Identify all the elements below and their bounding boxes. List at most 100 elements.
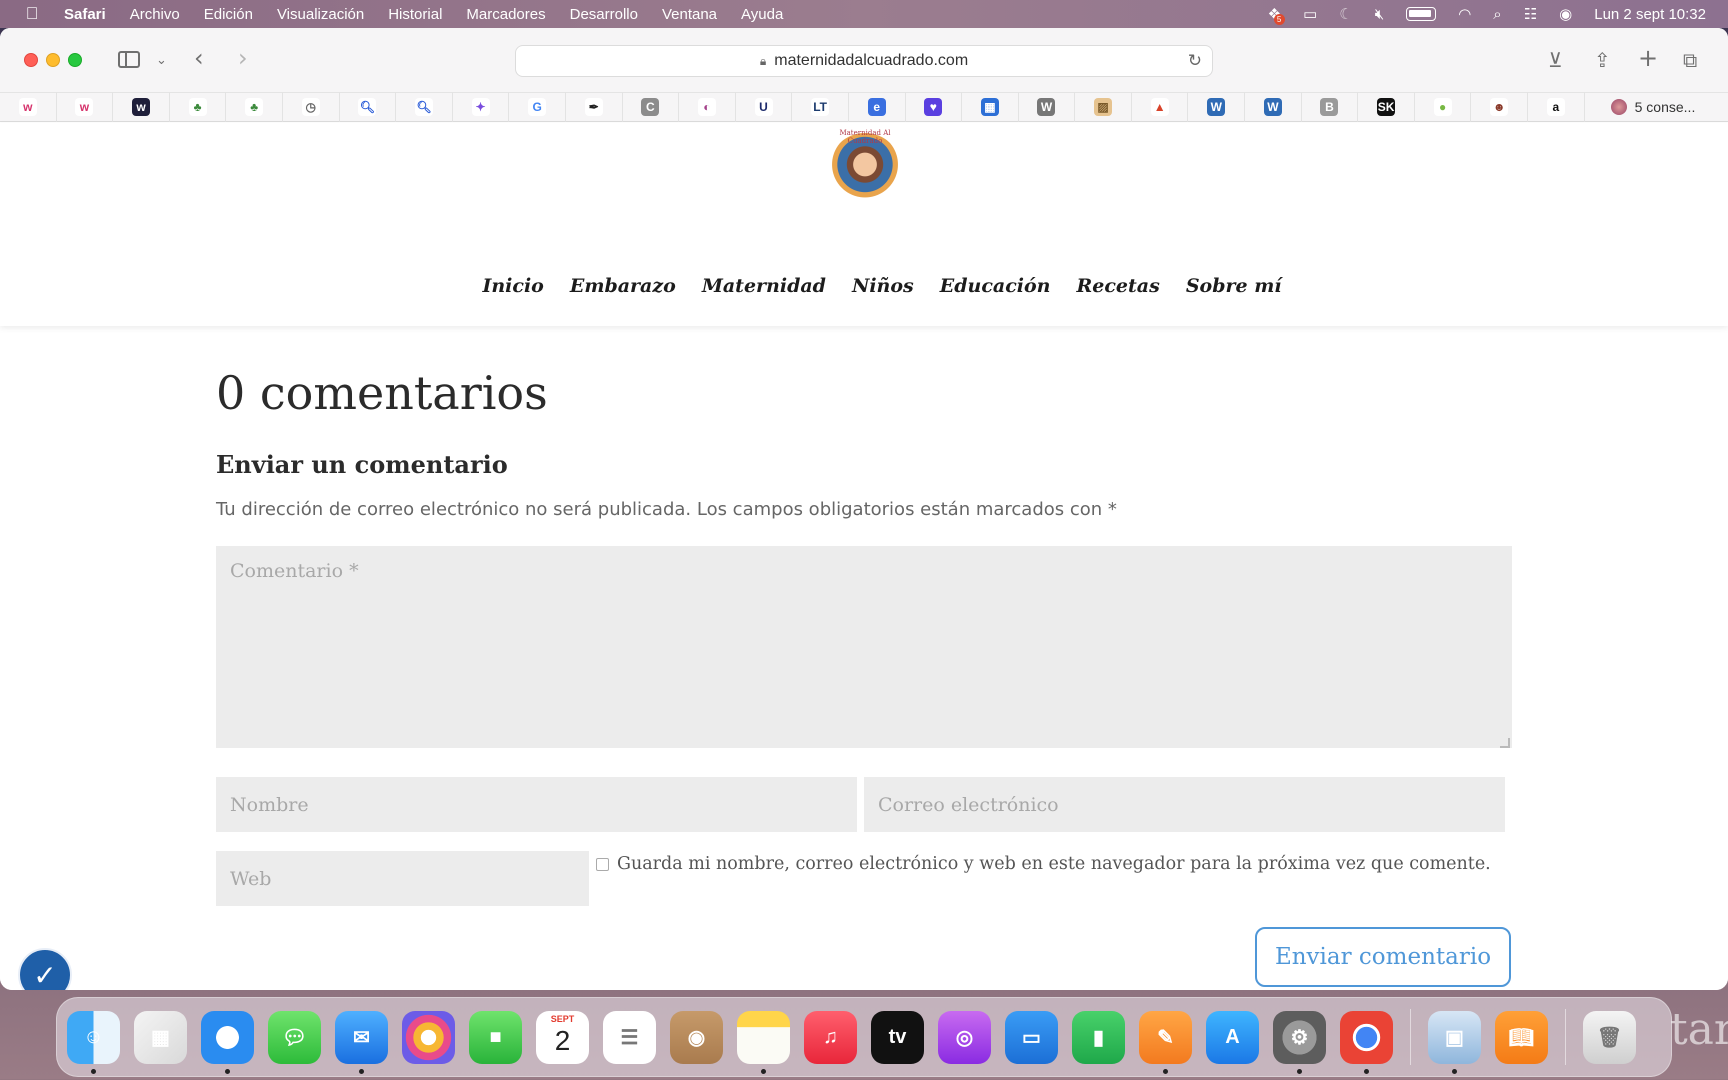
submit-comment-button[interactable]: Enviar comentario [1255, 927, 1511, 987]
favorite-26[interactable]: ☻ [1471, 92, 1529, 122]
downloads-icon[interactable]: ⊻ [1548, 48, 1563, 72]
music-icon[interactable]: ♫ [804, 1010, 857, 1064]
favorite-2[interactable]: w [113, 92, 170, 122]
comment-textarea[interactable] [216, 546, 1512, 748]
menu-desarrollo[interactable]: Desarrollo [558, 6, 650, 23]
menu-edicion[interactable]: Edición [192, 6, 265, 23]
email-field[interactable] [864, 777, 1505, 832]
contacts-icon[interactable]: ◉ [670, 1010, 723, 1064]
nav-inicio[interactable]: Inicio [482, 275, 543, 297]
nav-embarazo[interactable]: Embarazo [570, 275, 676, 297]
control-center-icon[interactable]: ☷ [1524, 5, 1537, 23]
messages-icon[interactable]: 💬︎ [268, 1010, 321, 1064]
numbers-icon[interactable]: ▮ [1072, 1010, 1125, 1064]
favorite-24[interactable]: SK [1358, 92, 1415, 122]
settings-icon[interactable]: ⚙ [1273, 1010, 1326, 1074]
favorite-12[interactable]: ◐ [679, 92, 736, 122]
finder-icon[interactable]: ☺ [67, 1010, 120, 1074]
favorite-15[interactable]: e [849, 92, 906, 122]
menu-app-name[interactable]: Safari [64, 6, 118, 23]
close-window-button[interactable] [24, 53, 38, 67]
spotlight-search-icon[interactable]: ⌕ [1493, 6, 1501, 23]
books-icon[interactable]: 📖︎ [1495, 1010, 1548, 1064]
favorite-13[interactable]: U [736, 92, 793, 122]
accessibility-widget-icon[interactable]: ✓ [18, 948, 72, 990]
favorite-25[interactable]: ● [1415, 92, 1472, 122]
menu-marcadores[interactable]: Marcadores [454, 6, 557, 23]
favorite-1[interactable]: w [57, 92, 114, 122]
keynote-icon[interactable]: ▭ [1005, 1010, 1058, 1064]
nav-ninos[interactable]: Niños [852, 275, 914, 297]
trash-icon[interactable]: 🗑︎ [1583, 1010, 1636, 1064]
favorite-27[interactable]: a [1528, 92, 1585, 122]
reminders-icon[interactable]: ☰ [603, 1010, 656, 1064]
chrome-icon[interactable] [1340, 1010, 1393, 1074]
favorite-8[interactable]: ✦ [453, 92, 510, 122]
favorite-7[interactable]: 🔍︎ [396, 92, 453, 122]
apple-menu-icon[interactable]:  [0, 4, 64, 24]
favorite-10[interactable]: ✒ [566, 92, 623, 122]
favorite-3[interactable]: ♣ [170, 92, 227, 122]
photos-icon[interactable] [402, 1010, 455, 1064]
minimize-window-button[interactable] [46, 53, 60, 67]
favorite-18[interactable]: W [1019, 92, 1076, 122]
menubar-clock[interactable]: Lun 2 sept 10:32 [1594, 6, 1706, 23]
safari-icon[interactable]: ✦ [201, 1010, 254, 1074]
favorite-4[interactable]: ♣ [226, 92, 283, 122]
calendar-icon[interactable]: SEPT 2 [536, 1010, 589, 1064]
resize-handle-icon[interactable] [1500, 738, 1510, 748]
mail-icon[interactable]: ✉ [335, 1010, 388, 1074]
chevron-down-icon[interactable]: ⌄ [156, 53, 167, 68]
forward-arrow-icon[interactable]: › [238, 44, 248, 72]
focus-moon-icon[interactable]: ☾ [1339, 5, 1352, 23]
nav-maternidad[interactable]: Maternidad [702, 275, 826, 297]
address-bar[interactable]: 🔒︎ maternidadalcuadrado.com ↻ [515, 45, 1213, 77]
podcasts-icon[interactable]: ◎ [938, 1010, 991, 1064]
sidebar-toggle-icon[interactable] [118, 51, 140, 68]
back-arrow-icon[interactable]: ‹ [194, 44, 204, 72]
nav-educacion[interactable]: Educación [940, 275, 1051, 297]
nav-recetas[interactable]: Recetas [1076, 275, 1159, 297]
wifi-icon[interactable]: ◠ [1458, 5, 1471, 23]
share-icon[interactable]: ⇪ [1594, 48, 1611, 72]
favorite-14[interactable]: LT [792, 92, 849, 122]
siri-icon[interactable]: ◉ [1559, 5, 1572, 23]
favorite-0[interactable]: w [0, 92, 57, 122]
pinned-tab[interactable]: 5 conse... [1610, 99, 1695, 115]
favorite-19[interactable]: ▨ [1075, 92, 1132, 122]
battery-icon[interactable] [1406, 7, 1437, 21]
favorite-20[interactable]: ▲ [1132, 92, 1189, 122]
nav-sobre-mi[interactable]: Sobre mí [1186, 275, 1282, 297]
cookie-checkbox[interactable] [596, 857, 609, 871]
zoom-window-button[interactable] [68, 53, 82, 67]
favorite-11[interactable]: C [623, 92, 680, 122]
display-mirror-icon[interactable]: ▭ [1303, 5, 1317, 23]
appstore-icon[interactable]: A [1206, 1010, 1259, 1064]
tab-overview-icon[interactable]: ⧉ [1683, 48, 1697, 72]
preview-icon[interactable]: ▣ [1428, 1010, 1481, 1074]
notes-icon[interactable] [737, 1010, 790, 1074]
favorite-23[interactable]: B [1302, 92, 1359, 122]
favorite-16[interactable]: ♥ [906, 92, 963, 122]
favorite-9[interactable]: G [509, 92, 566, 122]
name-field[interactable] [216, 777, 857, 832]
menu-ventana[interactable]: Ventana [650, 6, 729, 23]
reload-icon[interactable]: ↻ [1188, 51, 1202, 71]
launchpad-icon[interactable]: ▦ [134, 1010, 187, 1064]
new-tab-icon[interactable]: + [1638, 44, 1658, 72]
dropbox-icon[interactable]: ❖ 5 [1268, 5, 1285, 25]
favorite-17[interactable]: ▦ [962, 92, 1019, 122]
favorite-6[interactable]: 🔍︎ [340, 92, 397, 122]
menu-historial[interactable]: Historial [376, 6, 454, 23]
menu-visualizacion[interactable]: Visualización [265, 6, 376, 23]
menu-archivo[interactable]: Archivo [118, 6, 192, 23]
facetime-icon[interactable]: ■ [469, 1010, 522, 1064]
menu-ayuda[interactable]: Ayuda [729, 6, 795, 23]
mute-speaker-icon[interactable]: 🔇︎ [1375, 6, 1384, 23]
favorite-21[interactable]: W [1188, 92, 1246, 122]
favorite-22[interactable]: W [1245, 92, 1302, 122]
appletv-icon[interactable]: tv [871, 1010, 924, 1064]
cookie-label[interactable]: Guarda mi nombre, correo electrónico y w… [617, 854, 1491, 874]
pages-icon[interactable]: ✎ [1139, 1010, 1192, 1074]
favorite-5[interactable]: ◷ [283, 92, 340, 122]
